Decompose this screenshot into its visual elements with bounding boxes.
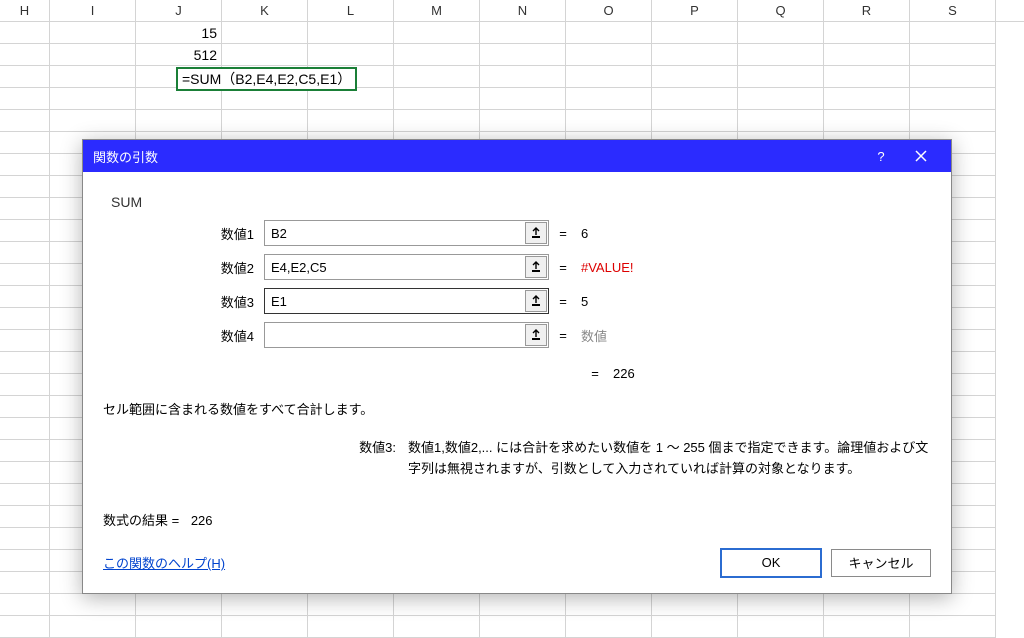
collapse-dialog-icon	[530, 227, 542, 239]
function-help-link[interactable]: この関数のヘルプ(H)	[103, 553, 711, 572]
cell[interactable]	[50, 22, 136, 44]
cell[interactable]	[738, 22, 824, 44]
col-header-k[interactable]: K	[222, 0, 308, 21]
range-select-button[interactable]	[525, 290, 547, 312]
intermediate-result-row: = 226	[109, 366, 925, 381]
collapse-dialog-icon	[530, 261, 542, 273]
argument-description-label: 数値3:	[103, 438, 408, 480]
cell[interactable]	[308, 44, 394, 66]
function-description: セル範囲に含まれる数値をすべて合計します。	[103, 399, 931, 418]
cell[interactable]	[480, 44, 566, 66]
equals-sign: =	[549, 260, 577, 275]
arg-row-1: 数値1 = 6	[109, 220, 925, 246]
range-select-button[interactable]	[525, 222, 547, 244]
range-select-button[interactable]	[525, 324, 547, 346]
cell[interactable]	[910, 22, 996, 44]
help-icon: ?	[877, 149, 884, 164]
range-select-button[interactable]	[525, 256, 547, 278]
intermediate-result: 226	[609, 366, 635, 381]
cell[interactable]	[566, 44, 652, 66]
arg-row-4: 数値4 = 数値	[109, 322, 925, 348]
cell-j2[interactable]: 512	[136, 44, 222, 66]
arg-input-3[interactable]	[264, 288, 549, 314]
col-header-q[interactable]: Q	[738, 0, 824, 21]
cell[interactable]	[222, 44, 308, 66]
arg-input-1[interactable]	[264, 220, 549, 246]
cell[interactable]	[652, 22, 738, 44]
function-name: SUM	[111, 194, 925, 210]
result-value: 226	[183, 513, 213, 528]
help-button[interactable]: ?	[861, 140, 901, 172]
col-header-l[interactable]: L	[308, 0, 394, 21]
arg-input-2[interactable]	[264, 254, 549, 280]
cell[interactable]	[308, 22, 394, 44]
cell[interactable]	[910, 44, 996, 66]
cell[interactable]	[824, 22, 910, 44]
cell[interactable]	[222, 22, 308, 44]
dialog-titlebar[interactable]: 関数の引数 ?	[83, 140, 951, 172]
collapse-dialog-icon	[530, 329, 542, 341]
arg-input-4[interactable]	[264, 322, 549, 348]
arg-label: 数値1	[109, 224, 264, 243]
arg-row-2: 数値2 = #VALUE!	[109, 254, 925, 280]
equals-sign: =	[549, 328, 577, 343]
cell[interactable]	[480, 22, 566, 44]
cell[interactable]	[394, 22, 480, 44]
col-header-j[interactable]: J	[136, 0, 222, 21]
cell-j1[interactable]: 15	[136, 22, 222, 44]
close-button[interactable]	[901, 140, 941, 172]
equals-sign: =	[549, 226, 577, 241]
arg-row-3: 数値3 = 5	[109, 288, 925, 314]
equals-sign: =	[549, 294, 577, 309]
cancel-button[interactable]: キャンセル	[831, 549, 931, 577]
col-header-o[interactable]: O	[566, 0, 652, 21]
col-header-n[interactable]: N	[480, 0, 566, 21]
col-header-i[interactable]: I	[50, 0, 136, 21]
cell[interactable]	[0, 44, 50, 66]
argument-description: 数値3: 数値1,数値2,... には合計を求めたい数値を 1 ～ 255 個ま…	[103, 438, 931, 480]
arg-result-3: 5	[577, 294, 588, 309]
arg-result-1: 6	[577, 226, 588, 241]
ok-button[interactable]: OK	[721, 549, 821, 577]
cell[interactable]	[0, 22, 50, 44]
arg-result-4: 数値	[577, 326, 607, 345]
dialog-title: 関数の引数	[93, 147, 861, 166]
arg-result-2: #VALUE!	[577, 260, 634, 275]
col-header-h[interactable]: H	[0, 0, 50, 21]
col-header-s[interactable]: S	[910, 0, 996, 21]
col-header-r[interactable]: R	[824, 0, 910, 21]
arg-label: 数値4	[109, 326, 264, 345]
arg-label: 数値2	[109, 258, 264, 277]
col-header-p[interactable]: P	[652, 0, 738, 21]
result-label: 数式の結果 =	[103, 513, 183, 528]
column-headers: H I J K L M N O P Q R S	[0, 0, 1024, 22]
collapse-dialog-icon	[530, 295, 542, 307]
cell[interactable]	[738, 44, 824, 66]
active-cell-editor[interactable]: =SUM（B2,E4,E2,C5,E1）	[176, 67, 357, 91]
cell[interactable]	[824, 44, 910, 66]
argument-description-text: 数値1,数値2,... には合計を求めたい数値を 1 ～ 255 個まで指定でき…	[408, 438, 931, 480]
col-header-m[interactable]: M	[394, 0, 480, 21]
cell[interactable]	[652, 44, 738, 66]
close-icon	[915, 150, 927, 162]
arg-label: 数値3	[109, 292, 264, 311]
cell[interactable]	[50, 44, 136, 66]
cell[interactable]	[394, 44, 480, 66]
formula-result-line: 数式の結果 = 226	[103, 510, 931, 529]
function-arguments-dialog: 関数の引数 ? SUM 数値1 = 6 数値2	[82, 139, 952, 594]
cell[interactable]	[566, 22, 652, 44]
equals-sign: =	[581, 366, 609, 381]
